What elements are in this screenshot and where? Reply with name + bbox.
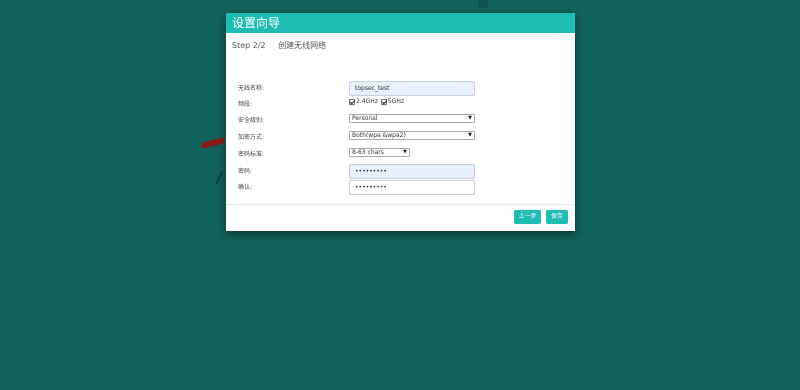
ssid-label: 无线名称: <box>238 85 265 92</box>
confirm-label: 确认: <box>238 184 253 191</box>
checkbox-checked-icon[interactable] <box>380 98 387 105</box>
password-input[interactable] <box>349 164 475 179</box>
security-mode-label: 安全级别: <box>238 117 265 124</box>
checkbox-checked-icon[interactable] <box>349 98 355 105</box>
save-button[interactable]: 保存 <box>546 210 568 224</box>
step-number: Step 2/2 <box>232 41 266 50</box>
encryption-label: 加密方式: <box>238 134 265 141</box>
band-options: 2.4GHz 5GHz <box>349 98 407 105</box>
security-mode-value: Personal <box>352 115 378 122</box>
step-indicator: Step 2/2 创建无线网络 <box>232 40 326 51</box>
chevron-down-icon: ▼ <box>403 149 407 155</box>
band-2g-label: 2.4GHz <box>356 98 378 105</box>
ssid-input[interactable] <box>349 81 475 96</box>
confirm-password-input[interactable] <box>349 180 475 195</box>
step-title: 创建无线网络 <box>278 41 327 50</box>
security-mode-select[interactable]: Personal ▼ <box>349 114 475 123</box>
password-label: 密码: <box>238 168 253 175</box>
background-decoration <box>200 137 226 149</box>
band-5g-label: 5GHz <box>387 98 404 105</box>
band-label: 频段: <box>238 101 253 108</box>
setup-wizard-dialog: 设置向导 Step 2/2 创建无线网络 无线名称: 频段: 2.4GHz 5G… <box>226 13 575 231</box>
encryption-value: Both(wpa &wpa2) <box>352 132 406 139</box>
dialog-title: 设置向导 <box>232 16 281 30</box>
password-standard-select[interactable]: 8-63 chars ▼ <box>349 148 410 157</box>
chevron-down-icon: ▼ <box>468 115 472 121</box>
dialog-header: 设置向导 <box>226 13 575 33</box>
password-standard-value: 8-63 chars <box>352 149 384 156</box>
background-decoration <box>478 0 488 8</box>
chevron-down-icon: ▼ <box>468 132 472 138</box>
encryption-select[interactable]: Both(wpa &wpa2) ▼ <box>349 131 475 140</box>
footer-divider <box>226 204 575 205</box>
password-standard-label: 密码标准: <box>238 151 265 158</box>
previous-step-button[interactable]: 上一步 <box>514 210 541 224</box>
